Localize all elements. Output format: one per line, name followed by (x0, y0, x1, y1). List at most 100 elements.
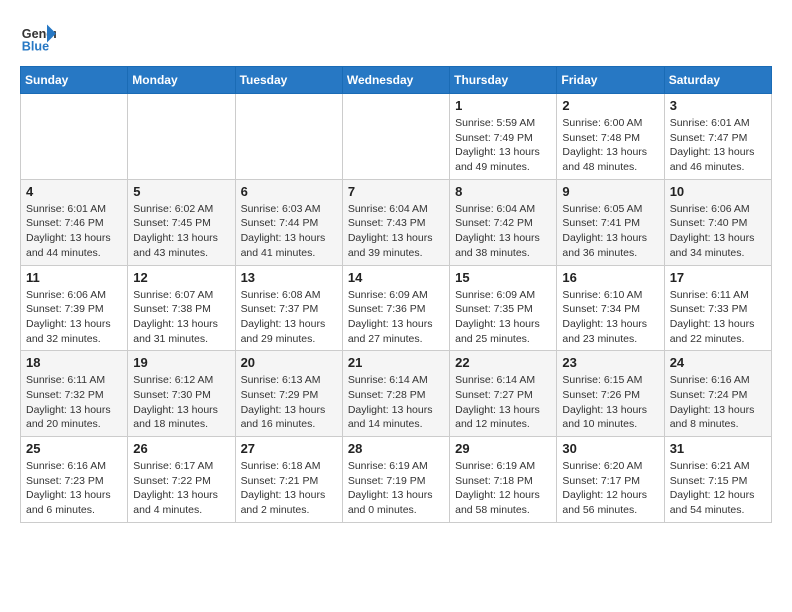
day-info: Sunrise: 6:07 AM Sunset: 7:38 PM Dayligh… (133, 288, 229, 347)
page-header: General Blue (20, 20, 772, 56)
day-info: Sunrise: 6:06 AM Sunset: 7:39 PM Dayligh… (26, 288, 122, 347)
day-info: Sunrise: 6:19 AM Sunset: 7:19 PM Dayligh… (348, 459, 444, 518)
header-friday: Friday (557, 67, 664, 94)
svg-text:Blue: Blue (22, 40, 49, 54)
header-sunday: Sunday (21, 67, 128, 94)
day-info: Sunrise: 6:09 AM Sunset: 7:35 PM Dayligh… (455, 288, 551, 347)
logo: General Blue (20, 20, 62, 56)
calendar-cell (128, 94, 235, 180)
day-number: 13 (241, 270, 337, 285)
day-number: 11 (26, 270, 122, 285)
calendar-cell: 6 Sunrise: 6:03 AM Sunset: 7:44 PM Daylig… (235, 179, 342, 265)
day-info: Sunrise: 6:12 AM Sunset: 7:30 PM Dayligh… (133, 373, 229, 432)
calendar-cell: 29Sunrise: 6:19 AM Sunset: 7:18 PM Dayli… (450, 437, 557, 523)
day-info: Sunrise: 6:09 AM Sunset: 7:36 PM Dayligh… (348, 288, 444, 347)
calendar-cell: 28 Sunrise: 6:19 AM Sunset: 7:19 PM Dayli… (342, 437, 449, 523)
day-info: Sunrise: 6:08 AM Sunset: 7:37 PM Dayligh… (241, 288, 337, 347)
calendar-table: SundayMondayTuesdayWednesdayThursdayFrid… (20, 66, 772, 523)
calendar-cell: 8 Sunrise: 6:04 AM Sunset: 7:42 PM Daylig… (450, 179, 557, 265)
calendar-week-4: 18 Sunrise: 6:11 AM Sunset: 7:32 PM Dayli… (21, 351, 772, 437)
day-info: Sunrise: 6:01 AM Sunset: 7:46 PM Dayligh… (26, 202, 122, 261)
day-info: Sunrise: 6:05 AM Sunset: 7:41 PM Dayligh… (562, 202, 658, 261)
day-number: 17 (670, 270, 766, 285)
day-info: Sunrise: 6:01 AM Sunset: 7:47 PM Dayligh… (670, 116, 766, 175)
day-info: Sunrise: 6:04 AM Sunset: 7:42 PM Dayligh… (455, 202, 551, 261)
day-info: Sunrise: 6:11 AM Sunset: 7:32 PM Dayligh… (26, 373, 122, 432)
day-info: Sunrise: 6:16 AM Sunset: 7:23 PM Dayligh… (26, 459, 122, 518)
day-info: Sunrise: 6:03 AM Sunset: 7:44 PM Dayligh… (241, 202, 337, 261)
day-number: 28 (348, 441, 444, 456)
day-info: Sunrise: 6:14 AM Sunset: 7:27 PM Dayligh… (455, 373, 551, 432)
day-info: Sunrise: 6:02 AM Sunset: 7:45 PM Dayligh… (133, 202, 229, 261)
calendar-cell: 12 Sunrise: 6:07 AM Sunset: 7:38 PM Dayli… (128, 265, 235, 351)
calendar-week-5: 25 Sunrise: 6:16 AM Sunset: 7:23 PM Dayli… (21, 437, 772, 523)
calendar-cell: 11 Sunrise: 6:06 AM Sunset: 7:39 PM Dayli… (21, 265, 128, 351)
calendar-cell: 27Sunrise: 6:18 AM Sunset: 7:21 PM Dayli… (235, 437, 342, 523)
day-number: 18 (26, 355, 122, 370)
day-number: 30 (562, 441, 658, 456)
calendar-cell: 19 Sunrise: 6:12 AM Sunset: 7:30 PM Dayli… (128, 351, 235, 437)
calendar-cell: 9 Sunrise: 6:05 AM Sunset: 7:41 PM Daylig… (557, 179, 664, 265)
calendar-cell: 15 Sunrise: 6:09 AM Sunset: 7:35 PM Dayli… (450, 265, 557, 351)
calendar-week-1: 1 Sunrise: 5:59 AM Sunset: 7:49 PM Daylig… (21, 94, 772, 180)
calendar-cell: 17 Sunrise: 6:11 AM Sunset: 7:33 PM Dayli… (664, 265, 771, 351)
day-number: 24 (670, 355, 766, 370)
day-number: 1 (455, 98, 551, 113)
day-number: 25 (26, 441, 122, 456)
day-number: 10 (670, 184, 766, 199)
day-number: 23 (562, 355, 658, 370)
calendar-cell: 14 Sunrise: 6:09 AM Sunset: 7:36 PM Dayli… (342, 265, 449, 351)
calendar-cell: 18 Sunrise: 6:11 AM Sunset: 7:32 PM Dayli… (21, 351, 128, 437)
day-info: Sunrise: 6:15 AM Sunset: 7:26 PM Dayligh… (562, 373, 658, 432)
calendar-cell: 7 Sunrise: 6:04 AM Sunset: 7:43 PM Daylig… (342, 179, 449, 265)
day-info: Sunrise: 6:11 AM Sunset: 7:33 PM Dayligh… (670, 288, 766, 347)
day-info: Sunrise: 6:04 AM Sunset: 7:43 PM Dayligh… (348, 202, 444, 261)
calendar-week-3: 11 Sunrise: 6:06 AM Sunset: 7:39 PM Dayli… (21, 265, 772, 351)
calendar-cell: 3Sunrise: 6:01 AM Sunset: 7:47 PM Daylig… (664, 94, 771, 180)
day-number: 21 (348, 355, 444, 370)
calendar-header-row: SundayMondayTuesdayWednesdayThursdayFrid… (21, 67, 772, 94)
day-info: Sunrise: 6:16 AM Sunset: 7:24 PM Dayligh… (670, 373, 766, 432)
calendar-cell: 23 Sunrise: 6:15 AM Sunset: 7:26 PM Dayli… (557, 351, 664, 437)
calendar-cell: 25 Sunrise: 6:16 AM Sunset: 7:23 PM Dayli… (21, 437, 128, 523)
day-number: 15 (455, 270, 551, 285)
calendar-cell (21, 94, 128, 180)
calendar-cell: 1 Sunrise: 5:59 AM Sunset: 7:49 PM Daylig… (450, 94, 557, 180)
calendar-cell: 5Sunrise: 6:02 AM Sunset: 7:45 PM Daylig… (128, 179, 235, 265)
logo-icon: General Blue (20, 20, 56, 56)
calendar-week-2: 4 Sunrise: 6:01 AM Sunset: 7:46 PM Daylig… (21, 179, 772, 265)
calendar-cell: 26 Sunrise: 6:17 AM Sunset: 7:22 PM Dayli… (128, 437, 235, 523)
day-number: 12 (133, 270, 229, 285)
day-number: 6 (241, 184, 337, 199)
day-info: Sunrise: 6:17 AM Sunset: 7:22 PM Dayligh… (133, 459, 229, 518)
calendar-cell: 13 Sunrise: 6:08 AM Sunset: 7:37 PM Dayli… (235, 265, 342, 351)
calendar-cell: 22 Sunrise: 6:14 AM Sunset: 7:27 PM Dayli… (450, 351, 557, 437)
day-info: Sunrise: 6:19 AM Sunset: 7:18 PM Dayligh… (455, 459, 551, 518)
calendar-cell: 20Sunrise: 6:13 AM Sunset: 7:29 PM Dayli… (235, 351, 342, 437)
calendar-cell: 10 Sunrise: 6:06 AM Sunset: 7:40 PM Dayli… (664, 179, 771, 265)
day-info: Sunrise: 6:20 AM Sunset: 7:17 PM Dayligh… (562, 459, 658, 518)
header-thursday: Thursday (450, 67, 557, 94)
day-number: 7 (348, 184, 444, 199)
day-number: 8 (455, 184, 551, 199)
day-number: 4 (26, 184, 122, 199)
day-info: Sunrise: 6:10 AM Sunset: 7:34 PM Dayligh… (562, 288, 658, 347)
day-number: 27 (241, 441, 337, 456)
day-number: 26 (133, 441, 229, 456)
day-number: 19 (133, 355, 229, 370)
day-info: Sunrise: 5:59 AM Sunset: 7:49 PM Dayligh… (455, 116, 551, 175)
calendar-cell: 31Sunrise: 6:21 AM Sunset: 7:15 PM Dayli… (664, 437, 771, 523)
header-monday: Monday (128, 67, 235, 94)
day-number: 22 (455, 355, 551, 370)
calendar-cell: 2Sunrise: 6:00 AM Sunset: 7:48 PM Daylig… (557, 94, 664, 180)
day-info: Sunrise: 6:06 AM Sunset: 7:40 PM Dayligh… (670, 202, 766, 261)
day-number: 16 (562, 270, 658, 285)
day-number: 9 (562, 184, 658, 199)
day-info: Sunrise: 6:00 AM Sunset: 7:48 PM Dayligh… (562, 116, 658, 175)
calendar-cell: 4 Sunrise: 6:01 AM Sunset: 7:46 PM Daylig… (21, 179, 128, 265)
calendar-cell: 16 Sunrise: 6:10 AM Sunset: 7:34 PM Dayli… (557, 265, 664, 351)
day-number: 14 (348, 270, 444, 285)
day-info: Sunrise: 6:14 AM Sunset: 7:28 PM Dayligh… (348, 373, 444, 432)
header-tuesday: Tuesday (235, 67, 342, 94)
day-info: Sunrise: 6:13 AM Sunset: 7:29 PM Dayligh… (241, 373, 337, 432)
